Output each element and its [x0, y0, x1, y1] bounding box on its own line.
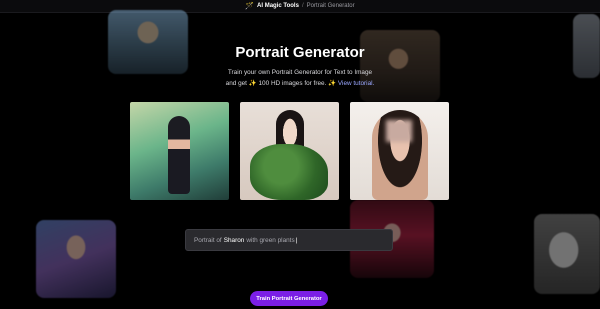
prompt-input[interactable]: Portrait of Sharon with green plants | — [185, 229, 393, 251]
page-subtitle: Train your own Portrait Generator for Te… — [210, 67, 390, 89]
example-gallery — [130, 102, 449, 200]
background-portrait-tile — [108, 10, 188, 74]
background-portrait-tile — [534, 214, 600, 294]
brand-link[interactable]: AI Magic Tools — [257, 3, 299, 9]
subtitle-line-2: and get ✨ 100 HD images for free. ✨ View… — [225, 80, 375, 87]
background-portrait-tile — [360, 30, 440, 102]
sparkle-icon: ✨ — [248, 80, 257, 87]
train-portrait-generator-button[interactable]: Train Portrait Generator — [250, 291, 328, 306]
example-portrait-image — [350, 102, 449, 200]
background-portrait-tile — [36, 220, 116, 298]
magic-wand-icon: 🪄 — [245, 3, 255, 10]
example-portrait-image — [240, 102, 339, 200]
example-portrait-image — [130, 102, 229, 200]
breadcrumb-separator: / — [301, 3, 304, 9]
subtitle-line-1: Train your own Portrait Generator for Te… — [227, 69, 373, 76]
blurred-face-overlay — [386, 120, 412, 142]
prompt-subject-name: Sharon — [223, 236, 245, 244]
view-tutorial-link[interactable]: View tutorial. — [338, 80, 374, 87]
page-title: Portrait Generator — [235, 44, 365, 61]
breadcrumb-current: Portrait Generator — [306, 3, 355, 9]
top-navigation-bar: 🪄 AI Magic Tools / Portrait Generator — [0, 0, 600, 13]
sparkle-icon: ✨ — [328, 80, 337, 87]
text-caret: | — [295, 236, 298, 244]
